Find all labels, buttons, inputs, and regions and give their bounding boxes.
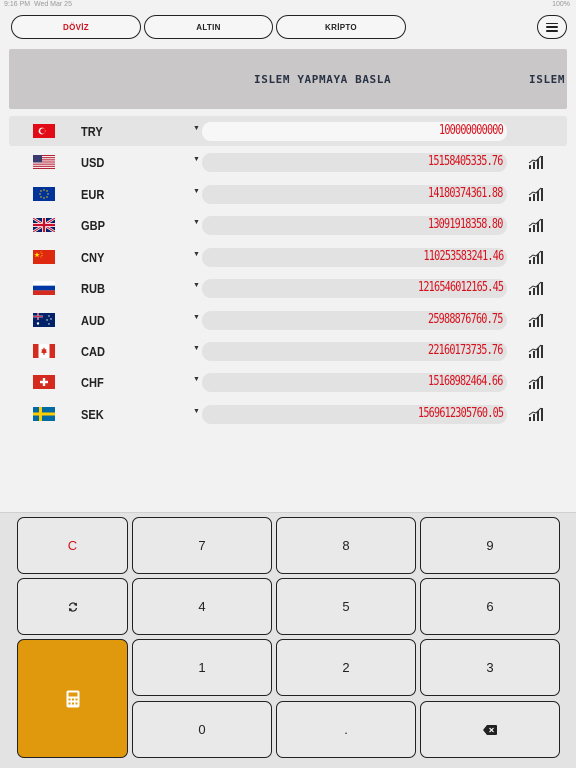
dropdown-caret-icon[interactable]: ▼ bbox=[193, 219, 200, 226]
flag-se-icon bbox=[33, 407, 55, 421]
amount-input[interactable]: 25988876760.75 bbox=[202, 311, 507, 330]
dropdown-caret-icon[interactable]: ▼ bbox=[193, 251, 200, 258]
amount-input[interactable]: 14180374361.88 bbox=[202, 185, 507, 204]
amount-input[interactable]: 110253583241.46 bbox=[202, 248, 507, 267]
currency-code: CAD bbox=[81, 344, 105, 359]
dropdown-caret-icon[interactable]: ▼ bbox=[193, 282, 200, 289]
currency-code: EUR bbox=[81, 187, 105, 202]
dropdown-caret-icon[interactable]: ▼ bbox=[193, 314, 200, 321]
currency-code: CHF bbox=[81, 375, 104, 390]
key-9[interactable]: 9 bbox=[420, 517, 560, 574]
tab-kripto[interactable]: KRİPTO bbox=[276, 15, 406, 39]
dropdown-caret-icon[interactable]: ▼ bbox=[193, 188, 200, 195]
dropdown-caret-icon[interactable]: ▼ bbox=[193, 125, 200, 132]
currency-row-cny[interactable]: CNY ▼ 110253583241.46 bbox=[9, 242, 567, 272]
currency-code: TRY bbox=[81, 124, 103, 139]
chart-icon[interactable] bbox=[528, 407, 544, 421]
chart-icon[interactable] bbox=[528, 250, 544, 264]
chart-icon[interactable] bbox=[528, 344, 544, 358]
backspace-icon bbox=[483, 724, 497, 735]
keypad: C 7 8 9 4 5 6 1 2 3 0 . bbox=[0, 512, 576, 768]
backspace-button[interactable] bbox=[420, 701, 560, 758]
flag-gb-icon bbox=[33, 218, 55, 232]
key-decimal[interactable]: . bbox=[276, 701, 416, 758]
amount-input[interactable]: 22160173735.76 bbox=[202, 342, 507, 361]
marquee-banner: ISLEM YAPMAYA BASLA ISLEM Y bbox=[9, 49, 567, 109]
key-7[interactable]: 7 bbox=[132, 517, 272, 574]
currency-row-chf[interactable]: CHF ▼ 15168982464.66 bbox=[9, 367, 567, 397]
key-6[interactable]: 6 bbox=[420, 578, 560, 635]
key-4[interactable]: 4 bbox=[132, 578, 272, 635]
flag-ru-icon bbox=[33, 281, 55, 295]
currency-code: AUD bbox=[81, 313, 105, 328]
dropdown-caret-icon[interactable]: ▼ bbox=[193, 376, 200, 383]
status-time: 9:16 PM Wed Mar 25 bbox=[4, 1, 72, 8]
chart-icon[interactable] bbox=[528, 313, 544, 327]
swap-button[interactable] bbox=[17, 578, 128, 635]
status-bar: 9:16 PM Wed Mar 25 100% bbox=[0, 0, 576, 10]
refresh-icon bbox=[68, 601, 77, 612]
key-0[interactable]: 0 bbox=[132, 701, 272, 758]
currency-code: SEK bbox=[81, 407, 104, 422]
currency-code: USD bbox=[81, 155, 105, 170]
chart-icon[interactable] bbox=[528, 218, 544, 232]
currency-row-usd[interactable]: USD ▼ 15158405335.76 bbox=[9, 147, 567, 177]
currency-row-aud[interactable]: AUD ▼ 25988876760.75 bbox=[9, 305, 567, 335]
amount-input[interactable]: 1569612305760.05 bbox=[202, 405, 507, 424]
calculator-button[interactable] bbox=[17, 639, 128, 758]
hamburger-icon bbox=[546, 22, 558, 32]
currency-row-gbp[interactable]: GBP ▼ 13091918358.80 bbox=[9, 210, 567, 240]
amount-input[interactable]: 100000000000 bbox=[202, 122, 507, 141]
key-1[interactable]: 1 bbox=[132, 639, 272, 696]
currency-row-try[interactable]: TRY ▼ 100000000000 bbox=[9, 116, 567, 146]
currency-row-eur[interactable]: EUR ▼ 14180374361.88 bbox=[9, 179, 567, 209]
calculator-icon bbox=[66, 690, 79, 707]
banner-text: ISLEM YAPMAYA BASLA bbox=[254, 73, 392, 86]
key-3[interactable]: 3 bbox=[420, 639, 560, 696]
chart-icon[interactable] bbox=[528, 187, 544, 201]
chart-icon[interactable] bbox=[528, 155, 544, 169]
key-5[interactable]: 5 bbox=[276, 578, 416, 635]
dropdown-caret-icon[interactable]: ▼ bbox=[193, 345, 200, 352]
amount-input[interactable]: 15158405335.76 bbox=[202, 153, 507, 172]
dropdown-caret-icon[interactable]: ▼ bbox=[193, 156, 200, 163]
key-8[interactable]: 8 bbox=[276, 517, 416, 574]
dropdown-caret-icon[interactable]: ▼ bbox=[193, 408, 200, 415]
currency-code: CNY bbox=[81, 250, 105, 265]
amount-input[interactable]: 13091918358.80 bbox=[202, 216, 507, 235]
flag-us-icon bbox=[33, 155, 55, 169]
flag-cn-icon bbox=[33, 250, 55, 264]
flag-au-icon bbox=[33, 313, 55, 327]
status-battery: 100% bbox=[552, 1, 570, 8]
banner-text-repeat: ISLEM Y bbox=[529, 73, 567, 86]
currency-code: GBP bbox=[81, 218, 105, 233]
key-2[interactable]: 2 bbox=[276, 639, 416, 696]
flag-eu-icon bbox=[33, 187, 55, 201]
amount-input[interactable]: 15168982464.66 bbox=[202, 373, 507, 392]
currency-code: RUB bbox=[81, 281, 105, 296]
clear-button[interactable]: C bbox=[17, 517, 128, 574]
tab-altin[interactable]: ALTIN bbox=[144, 15, 273, 39]
flag-ca-icon bbox=[33, 344, 55, 358]
tab-doviz[interactable]: DÖVİZ bbox=[11, 15, 141, 39]
currency-row-sek[interactable]: SEK ▼ 1569612305760.05 bbox=[9, 399, 567, 429]
amount-input[interactable]: 1216546012165.45 bbox=[202, 279, 507, 298]
flag-ch-icon bbox=[33, 375, 55, 389]
currency-row-rub[interactable]: RUB ▼ 1216546012165.45 bbox=[9, 273, 567, 303]
menu-button[interactable] bbox=[537, 15, 567, 39]
currency-row-cad[interactable]: CAD ▼ 22160173735.76 bbox=[9, 336, 567, 366]
chart-icon[interactable] bbox=[528, 375, 544, 389]
chart-icon[interactable] bbox=[528, 281, 544, 295]
flag-tr-icon bbox=[33, 124, 55, 138]
